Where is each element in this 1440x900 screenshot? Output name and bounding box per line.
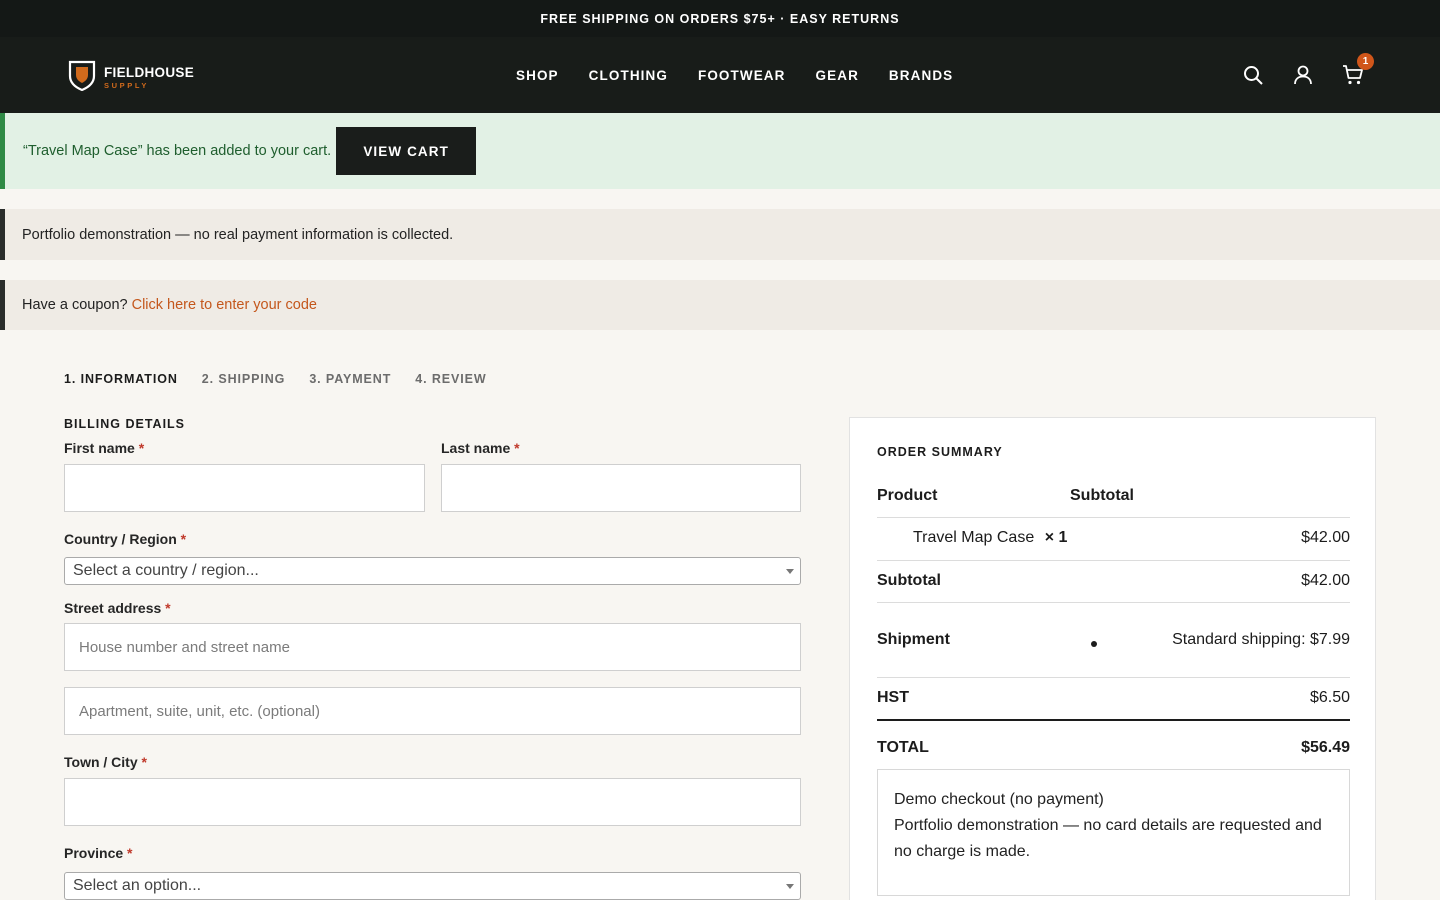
chevron-down-icon [786, 569, 794, 574]
required-mark: * [141, 754, 147, 770]
header-icons: 1 [1242, 37, 1374, 113]
demo-notice-text: Portfolio demonstration — no real paymen… [22, 226, 454, 243]
product-column-header: Product [877, 487, 938, 504]
subtotal-label: Subtotal [877, 572, 941, 589]
subtotal-column-header: Subtotal [1070, 487, 1134, 504]
street-label-text: Street address [64, 600, 162, 616]
apartment-field[interactable] [64, 687, 801, 735]
last-name-label: Last name * [441, 440, 520, 456]
nav-clothing[interactable]: CLOTHING [589, 68, 668, 83]
hst-row: HST $6.50 [877, 689, 1350, 707]
main-nav: SHOP CLOTHING FOOTWEAR GEAR BRANDS [516, 37, 953, 113]
required-mark: * [514, 440, 520, 456]
hst-value: $6.50 [1309, 689, 1350, 706]
coupon-link[interactable]: Click here to enter your code [132, 297, 317, 313]
last-name-label-text: Last name [441, 440, 511, 456]
required-mark: * [180, 531, 187, 547]
city-label-text: Town / City [64, 754, 138, 770]
required-mark: * [127, 845, 133, 861]
cart-icon[interactable]: 1 [1342, 53, 1374, 86]
total-row: TOTAL $56.49 [877, 739, 1350, 757]
nav-gear[interactable]: GEAR [816, 68, 859, 83]
shield-logo-icon [68, 59, 96, 96]
view-cart-button[interactable]: VIEW CART [336, 127, 477, 175]
subtotal-row: Subtotal $42.00 [877, 572, 1350, 590]
step-information[interactable]: 1. INFORMATION [64, 372, 178, 386]
total-divider [877, 719, 1350, 721]
step-payment[interactable]: 3. PAYMENT [309, 372, 391, 386]
country-label: Country / Region * [64, 531, 186, 547]
divider [877, 677, 1350, 678]
checkout-steps: 1. INFORMATION 2. SHIPPING 3. PAYMENT 4.… [64, 372, 487, 386]
country-select[interactable]: Select a country / region... [64, 557, 801, 585]
province-label-text: Province [64, 845, 124, 861]
total-label: TOTAL [877, 739, 929, 756]
shipment-row: Shipment Standard shipping: $7.99 [877, 631, 1350, 649]
item-quantity: × 1 [1044, 529, 1068, 546]
coupon-prompt: Have a coupon? [22, 297, 128, 313]
last-name-field[interactable] [441, 464, 801, 512]
user-icon[interactable] [1292, 64, 1314, 86]
bullet-icon [1091, 641, 1097, 647]
province-select[interactable]: Select an option... [64, 872, 801, 900]
street-address-field[interactable] [64, 623, 801, 671]
required-mark: * [138, 440, 145, 456]
search-icon[interactable] [1242, 64, 1264, 86]
step-shipping[interactable]: 2. SHIPPING [202, 372, 286, 386]
item-name: Travel Map Case [913, 529, 1035, 546]
first-name-label: First name * [64, 440, 144, 456]
added-to-cart-message: “Travel Map Case” has been added to your… [23, 143, 332, 159]
item-price: $42.00 [1301, 529, 1350, 546]
order-summary: ORDER SUMMARY Product Subtotal Travel Ma… [849, 417, 1376, 900]
shipment-label: Shipment [877, 631, 950, 648]
logo[interactable]: FIELDHOUSE SUPPLY [68, 59, 194, 96]
street-label: Street address * [64, 600, 171, 616]
step-review[interactable]: 4. REVIEW [415, 372, 486, 386]
province-label: Province * [64, 845, 132, 861]
logo-tagline: SUPPLY [104, 81, 149, 90]
cart-count-badge: 1 [1357, 53, 1374, 70]
total-value: $56.49 [1301, 739, 1350, 756]
first-name-field[interactable] [64, 464, 425, 512]
province-select-value: Select an option... [73, 877, 202, 894]
announcement-bar: FREE SHIPPING ON ORDERS $75+ · EASY RETU… [0, 0, 1440, 37]
payment-method-description: Portfolio demonstration — no card detail… [894, 817, 1322, 860]
chevron-down-icon [786, 884, 794, 889]
nav-brands[interactable]: BRANDS [889, 68, 953, 83]
payment-method-title: Demo checkout (no payment) [894, 791, 1104, 808]
divider [877, 560, 1350, 561]
divider [877, 602, 1350, 603]
nav-shop[interactable]: SHOP [516, 68, 559, 83]
country-label-text: Country / Region [64, 531, 177, 547]
site-header: FIELDHOUSE SUPPLY SHOP CLOTHING FOOTWEAR… [0, 37, 1440, 113]
country-select-value: Select a country / region... [73, 562, 259, 579]
first-name-label-text: First name [64, 440, 135, 456]
divider [877, 517, 1350, 518]
required-mark: * [165, 600, 171, 616]
cart-item-row: Travel Map Case × 1 $42.00 [877, 529, 1350, 547]
shipment-value[interactable]: Standard shipping: $7.99 [1172, 631, 1350, 649]
coupon-notice: Have a coupon? Click here to enter your … [0, 280, 1440, 330]
order-summary-title: ORDER SUMMARY [877, 445, 1003, 459]
announcement-text: FREE SHIPPING ON ORDERS $75+ · EASY RETU… [540, 11, 900, 26]
summary-header-row: Product Subtotal [877, 487, 1350, 505]
hst-label: HST [877, 689, 909, 706]
demo-notice: Portfolio demonstration — no real paymen… [0, 209, 1440, 260]
subtotal-value: $42.00 [1301, 572, 1350, 589]
payment-method-box[interactable]: Demo checkout (no payment) Portfolio dem… [877, 769, 1350, 896]
city-label: Town / City * [64, 754, 147, 770]
added-to-cart-notice: “Travel Map Case” has been added to your… [0, 113, 1440, 189]
nav-footwear[interactable]: FOOTWEAR [698, 68, 786, 83]
city-field[interactable] [64, 778, 801, 826]
logo-name: FIELDHOUSE [104, 64, 195, 80]
billing-details-title: BILLING DETAILS [64, 417, 186, 431]
